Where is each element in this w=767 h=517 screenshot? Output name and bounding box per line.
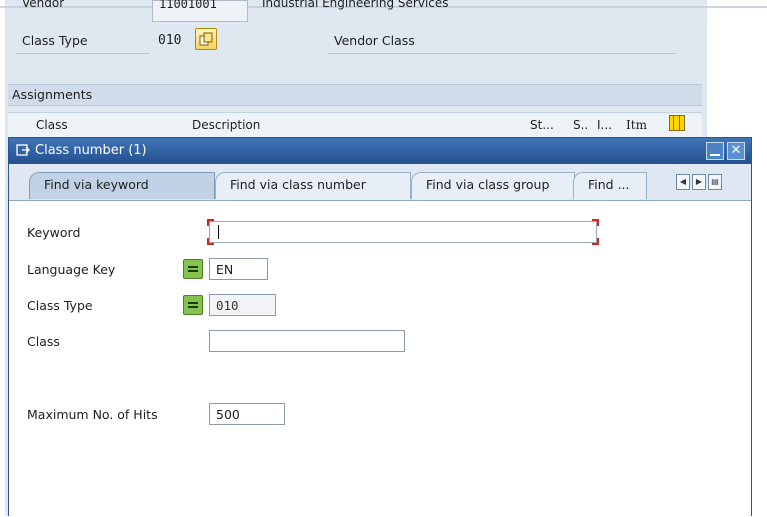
close-icon: ✕ bbox=[730, 143, 742, 158]
minimize-button[interactable] bbox=[706, 142, 724, 160]
arrow-left-icon: ◀ bbox=[679, 177, 687, 186]
keyword-input[interactable] bbox=[207, 219, 599, 245]
focus-corner-br bbox=[592, 238, 599, 245]
column-s[interactable]: S.. bbox=[573, 118, 588, 132]
scroll-tabs-right-button[interactable]: ▶ bbox=[692, 174, 706, 190]
column-class[interactable]: Class bbox=[36, 118, 68, 132]
scroll-tabs-left-button[interactable]: ◀ bbox=[676, 174, 690, 190]
assignments-title: Assignments bbox=[12, 87, 93, 102]
assignments-column-header: Class Description St... S.. I... Itm bbox=[8, 112, 702, 137]
tab-find-via-keyword[interactable]: Find via keyword bbox=[29, 172, 215, 199]
focus-corner-tl bbox=[207, 219, 214, 226]
copy-icon bbox=[199, 32, 213, 46]
focus-corner-bl bbox=[207, 238, 214, 245]
tab-list-button[interactable]: ▤ bbox=[708, 174, 722, 190]
class-type-field-label: Class Type bbox=[27, 298, 93, 313]
class-type-lookup-button[interactable] bbox=[195, 28, 217, 50]
vendor-value: 11001001 bbox=[159, 0, 217, 11]
tab-find-via-class-number[interactable]: Find via class number bbox=[215, 172, 411, 199]
dialog-window-icon bbox=[16, 144, 30, 156]
assignments-header: Assignments bbox=[8, 84, 702, 106]
class-type-input[interactable]: 010 bbox=[209, 294, 276, 316]
language-key-selection-button[interactable] bbox=[183, 259, 203, 279]
class-type-label: Class Type bbox=[16, 33, 150, 54]
table-settings-icon[interactable] bbox=[669, 115, 685, 131]
max-hits-label: Maximum No. of Hits bbox=[27, 407, 158, 422]
tab-find-more[interactable]: Find ... bbox=[573, 172, 647, 199]
column-description[interactable]: Description bbox=[192, 118, 260, 132]
vendor-label: Vendor bbox=[22, 0, 65, 10]
search-form: Keyword Language Key EN Class Type 010 C… bbox=[9, 201, 751, 517]
tabstrip: Find via keyword Find via class number F… bbox=[9, 164, 751, 201]
column-status[interactable]: St... bbox=[530, 118, 554, 132]
tab-find-via-class-group[interactable]: Find via class group bbox=[411, 172, 575, 199]
keyword-label: Keyword bbox=[27, 225, 81, 240]
max-hits-input[interactable]: 500 bbox=[209, 403, 285, 425]
class-type-selection-button[interactable] bbox=[183, 295, 203, 315]
column-itm[interactable]: Itm bbox=[626, 118, 647, 132]
text-cursor bbox=[218, 225, 219, 239]
arrow-right-icon: ▶ bbox=[695, 177, 703, 186]
language-key-label: Language Key bbox=[27, 262, 116, 277]
class-type-value: 010 bbox=[158, 33, 182, 48]
close-button[interactable]: ✕ bbox=[727, 142, 745, 160]
class-number-dialog: Class number (1) ✕ Find via keyword Find… bbox=[8, 137, 752, 517]
class-label: Class bbox=[27, 334, 60, 349]
language-key-input[interactable]: EN bbox=[209, 258, 268, 280]
class-input[interactable] bbox=[209, 330, 405, 352]
vendor-value-field[interactable]: 11001001 bbox=[152, 0, 248, 22]
focus-corner-tr bbox=[592, 219, 599, 226]
column-i[interactable]: I... bbox=[597, 118, 612, 132]
tab-list-icon: ▤ bbox=[711, 177, 719, 186]
dialog-titlebar[interactable]: Class number (1) ✕ bbox=[9, 138, 751, 164]
dialog-title: Class number (1) bbox=[35, 143, 147, 158]
vendor-name: Industrial Engineering Services bbox=[262, 0, 449, 10]
class-type-description: Vendor Class bbox=[328, 33, 676, 54]
